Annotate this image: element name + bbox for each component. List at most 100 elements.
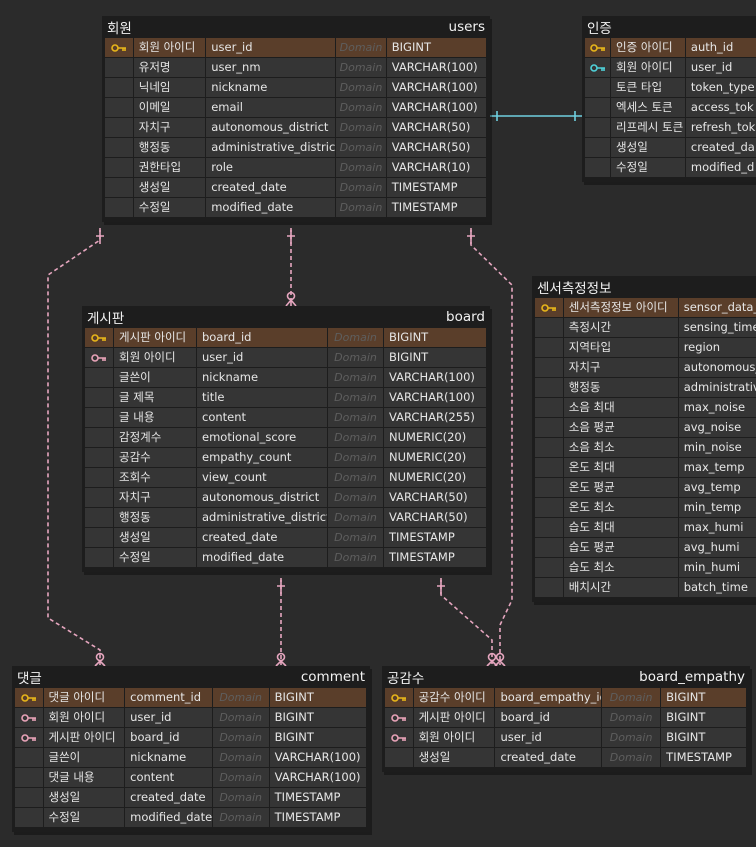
key-cell — [85, 548, 113, 567]
column-row[interactable]: 습도 평균 avg_humi — [535, 538, 756, 558]
column-row[interactable]: 공감수 empathy_count Domain NUMERIC(20) — [85, 448, 487, 468]
column-row[interactable]: 조회수 view_count Domain NUMERIC(20) — [85, 468, 487, 488]
key-cell — [585, 158, 611, 177]
entity-board[interactable]: 게시판 board 게시판 아이디 board_id Domain BIGINT 회원 아이… — [82, 306, 490, 572]
column-row[interactable]: 생성일 created_date Domain TIMESTAMP — [85, 528, 487, 548]
key-cell — [15, 808, 43, 827]
entity-sensor[interactable]: 센서측정정보 센서측정정보 아이디 sensor_data_i 측정시간 sensing… — [532, 276, 756, 602]
column-row[interactable]: 이메일 email Domain VARCHAR(100) — [105, 98, 487, 118]
column-logical-name: 자치구 — [114, 488, 196, 507]
column-physical-name: view_count — [197, 468, 327, 487]
column-physical-name: board_id — [125, 728, 212, 747]
column-row[interactable]: 자치구autonomous_c — [535, 358, 756, 378]
column-domain: Domain — [328, 348, 383, 367]
column-row[interactable]: 게시판 아이디 board_id Domain BIGINT — [385, 708, 747, 728]
column-logical-name: 조회수 — [114, 468, 196, 487]
column-row[interactable]: 수정일 modified_date Domain TIMESTAMP — [105, 198, 487, 218]
column-logical-name: 생성일 — [133, 178, 206, 197]
entity-users[interactable]: 회원 users 회원 아이디 user_id Domain BIGINT 유저명 user_… — [102, 16, 490, 222]
column-type: NUMERIC(20) — [384, 428, 486, 447]
column-row[interactable]: 감정계수 emotional_score Domain NUMERIC(20) — [85, 428, 487, 448]
column-row[interactable]: 글 제목 title Domain VARCHAR(100) — [85, 388, 487, 408]
column-logical-name: 소음 최소 — [563, 438, 678, 457]
column-row[interactable]: 자치구 autonomous_district Domain VARCHAR(50) — [85, 488, 487, 508]
column-row[interactable]: 글 내용 content Domain VARCHAR(255) — [85, 408, 487, 428]
entity-header[interactable]: 인증 — [582, 16, 756, 38]
column-logical-name: 회원 아이디 — [611, 58, 685, 77]
column-row[interactable]: 소음 최소 min_noise — [535, 438, 756, 458]
column-row[interactable]: 인증 아이디 auth_id — [585, 38, 756, 58]
key-cell — [535, 318, 563, 337]
column-row[interactable]: 생성일 created_date Domain TIMESTAMP — [385, 748, 747, 768]
column-row[interactable]: 지역타입 region — [535, 338, 756, 358]
column-row[interactable]: 회원 아이디 user_id — [585, 58, 756, 78]
column-row[interactable]: 수정일 modified_d — [585, 158, 756, 178]
column-physical-name: autonomous_district — [197, 488, 327, 507]
column-physical-name: avg_humi — [678, 538, 756, 557]
column-row[interactable]: 생성일 created_date Domain TIMESTAMP — [15, 788, 367, 808]
column-row[interactable]: 회원 아이디 user_id Domain BIGINT — [385, 728, 747, 748]
entity-board-empathy[interactable]: 공감수 board_empathy 공감수 아이디 board_empathy_id D… — [382, 666, 750, 772]
column-row[interactable]: 배치시간 batch_time — [535, 578, 756, 598]
entity-physical-name: board_empathy — [639, 669, 745, 685]
column-domain: Domain — [328, 408, 383, 427]
column-row[interactable]: 습도 최대 max_humi — [535, 518, 756, 538]
column-row[interactable]: 댓글 내용 content Domain VARCHAR(100) — [15, 768, 367, 788]
column-row[interactable]: 소음 최대 max_noise — [535, 398, 756, 418]
column-physical-name: user_nm — [206, 58, 336, 77]
column-physical-name: max_temp — [678, 458, 756, 477]
entity-auth[interactable]: 인증 인증 아이디 auth_id 회원 아이디 user_id 토큰 타입 token_t… — [582, 16, 756, 182]
column-row[interactable]: 게시판 아이디 board_id Domain BIGINT — [15, 728, 367, 748]
column-row[interactable]: 공감수 아이디 board_empathy_id Domain BIGINT — [385, 688, 747, 708]
column-row[interactable]: 권한타입 role Domain VARCHAR(10) — [105, 158, 487, 178]
column-row[interactable]: 생성일 created_da — [585, 138, 756, 158]
column-row[interactable]: 측정시간 sensing_time — [535, 318, 756, 338]
column-row[interactable]: 리프레시 토큰 refresh_tok — [585, 118, 756, 138]
column-physical-name: access_tok — [685, 98, 756, 117]
column-row[interactable]: 댓글 아이디 comment_id Domain BIGINT — [15, 688, 367, 708]
column-logical-name: 생성일 — [413, 748, 495, 767]
column-row[interactable]: 유저명 user_nm Domain VARCHAR(100) — [105, 58, 487, 78]
column-row[interactable]: 회원 아이디 user_id Domain BIGINT — [105, 38, 487, 58]
column-row[interactable]: 소음 평균 avg_noise — [535, 418, 756, 438]
column-row[interactable]: 글쓴이 nickname Domain VARCHAR(100) — [85, 368, 487, 388]
column-row[interactable]: 토큰 타입 token_type — [585, 78, 756, 98]
column-domain: Domain — [212, 808, 269, 827]
column-logical-name: 닉네임 — [133, 78, 206, 97]
key-cell — [85, 468, 113, 487]
column-physical-name: autonomous_c — [678, 358, 756, 377]
column-row[interactable]: 행정동 administrative_district Domain VARCHAR(… — [105, 138, 487, 158]
column-physical-name: empathy_count — [197, 448, 327, 467]
column-logical-name: 글 내용 — [114, 408, 196, 427]
column-logical-name: 인증 아이디 — [611, 38, 685, 57]
column-logical-name: 토큰 타입 — [611, 78, 685, 97]
entity-header[interactable]: 공감수 board_empathy — [382, 666, 750, 688]
column-row[interactable]: 회원 아이디 user_id Domain BIGINT — [15, 708, 367, 728]
column-row[interactable]: 센서측정정보 아이디 sensor_data_i — [535, 298, 756, 318]
entity-header[interactable]: 센서측정정보 — [532, 276, 756, 298]
column-row[interactable]: 온도 평균 avg_temp — [535, 478, 756, 498]
column-row[interactable]: 엑세스 토큰 access_tok — [585, 98, 756, 118]
column-row[interactable]: 수정일 modified_date Domain TIMESTAMP — [85, 548, 487, 568]
entity-header[interactable]: 게시판 board — [82, 306, 490, 328]
column-row[interactable]: 게시판 아이디 board_id Domain BIGINT — [85, 328, 487, 348]
column-row[interactable]: 글쓴이 nickname Domain VARCHAR(100) — [15, 748, 367, 768]
column-row[interactable]: 닉네임 nickname Domain VARCHAR(100) — [105, 78, 487, 98]
column-row[interactable]: 회원 아이디 user_id Domain BIGINT — [85, 348, 487, 368]
column-row[interactable]: 온도 최소 min_temp — [535, 498, 756, 518]
entity-header[interactable]: 댓글 comment — [12, 666, 370, 688]
entity-comment[interactable]: 댓글 comment 댓글 아이디 comment_id Domain BIGINT 회원 … — [12, 666, 370, 832]
column-type: BIGINT — [384, 328, 486, 347]
column-row[interactable]: 수정일 modified_date Domain TIMESTAMP — [15, 808, 367, 828]
column-row[interactable]: 행정동 administrative_district Domain VARCHAR(… — [85, 508, 487, 528]
column-row[interactable]: 온도 최대 max_temp — [535, 458, 756, 478]
column-row[interactable]: 자치구 autonomous_district Domain VARCHAR(50) — [105, 118, 487, 138]
column-row[interactable]: 생성일 created_date Domain TIMESTAMP — [105, 178, 487, 198]
column-logical-name: 회원 아이디 — [413, 728, 495, 747]
column-type: TIMESTAMP — [661, 748, 746, 767]
column-domain: Domain — [336, 98, 386, 117]
column-row[interactable]: 행정동administrative — [535, 378, 756, 398]
column-row[interactable]: 습도 최소 min_humi — [535, 558, 756, 578]
entity-header[interactable]: 회원 users — [102, 16, 490, 38]
key-cell — [535, 578, 563, 597]
